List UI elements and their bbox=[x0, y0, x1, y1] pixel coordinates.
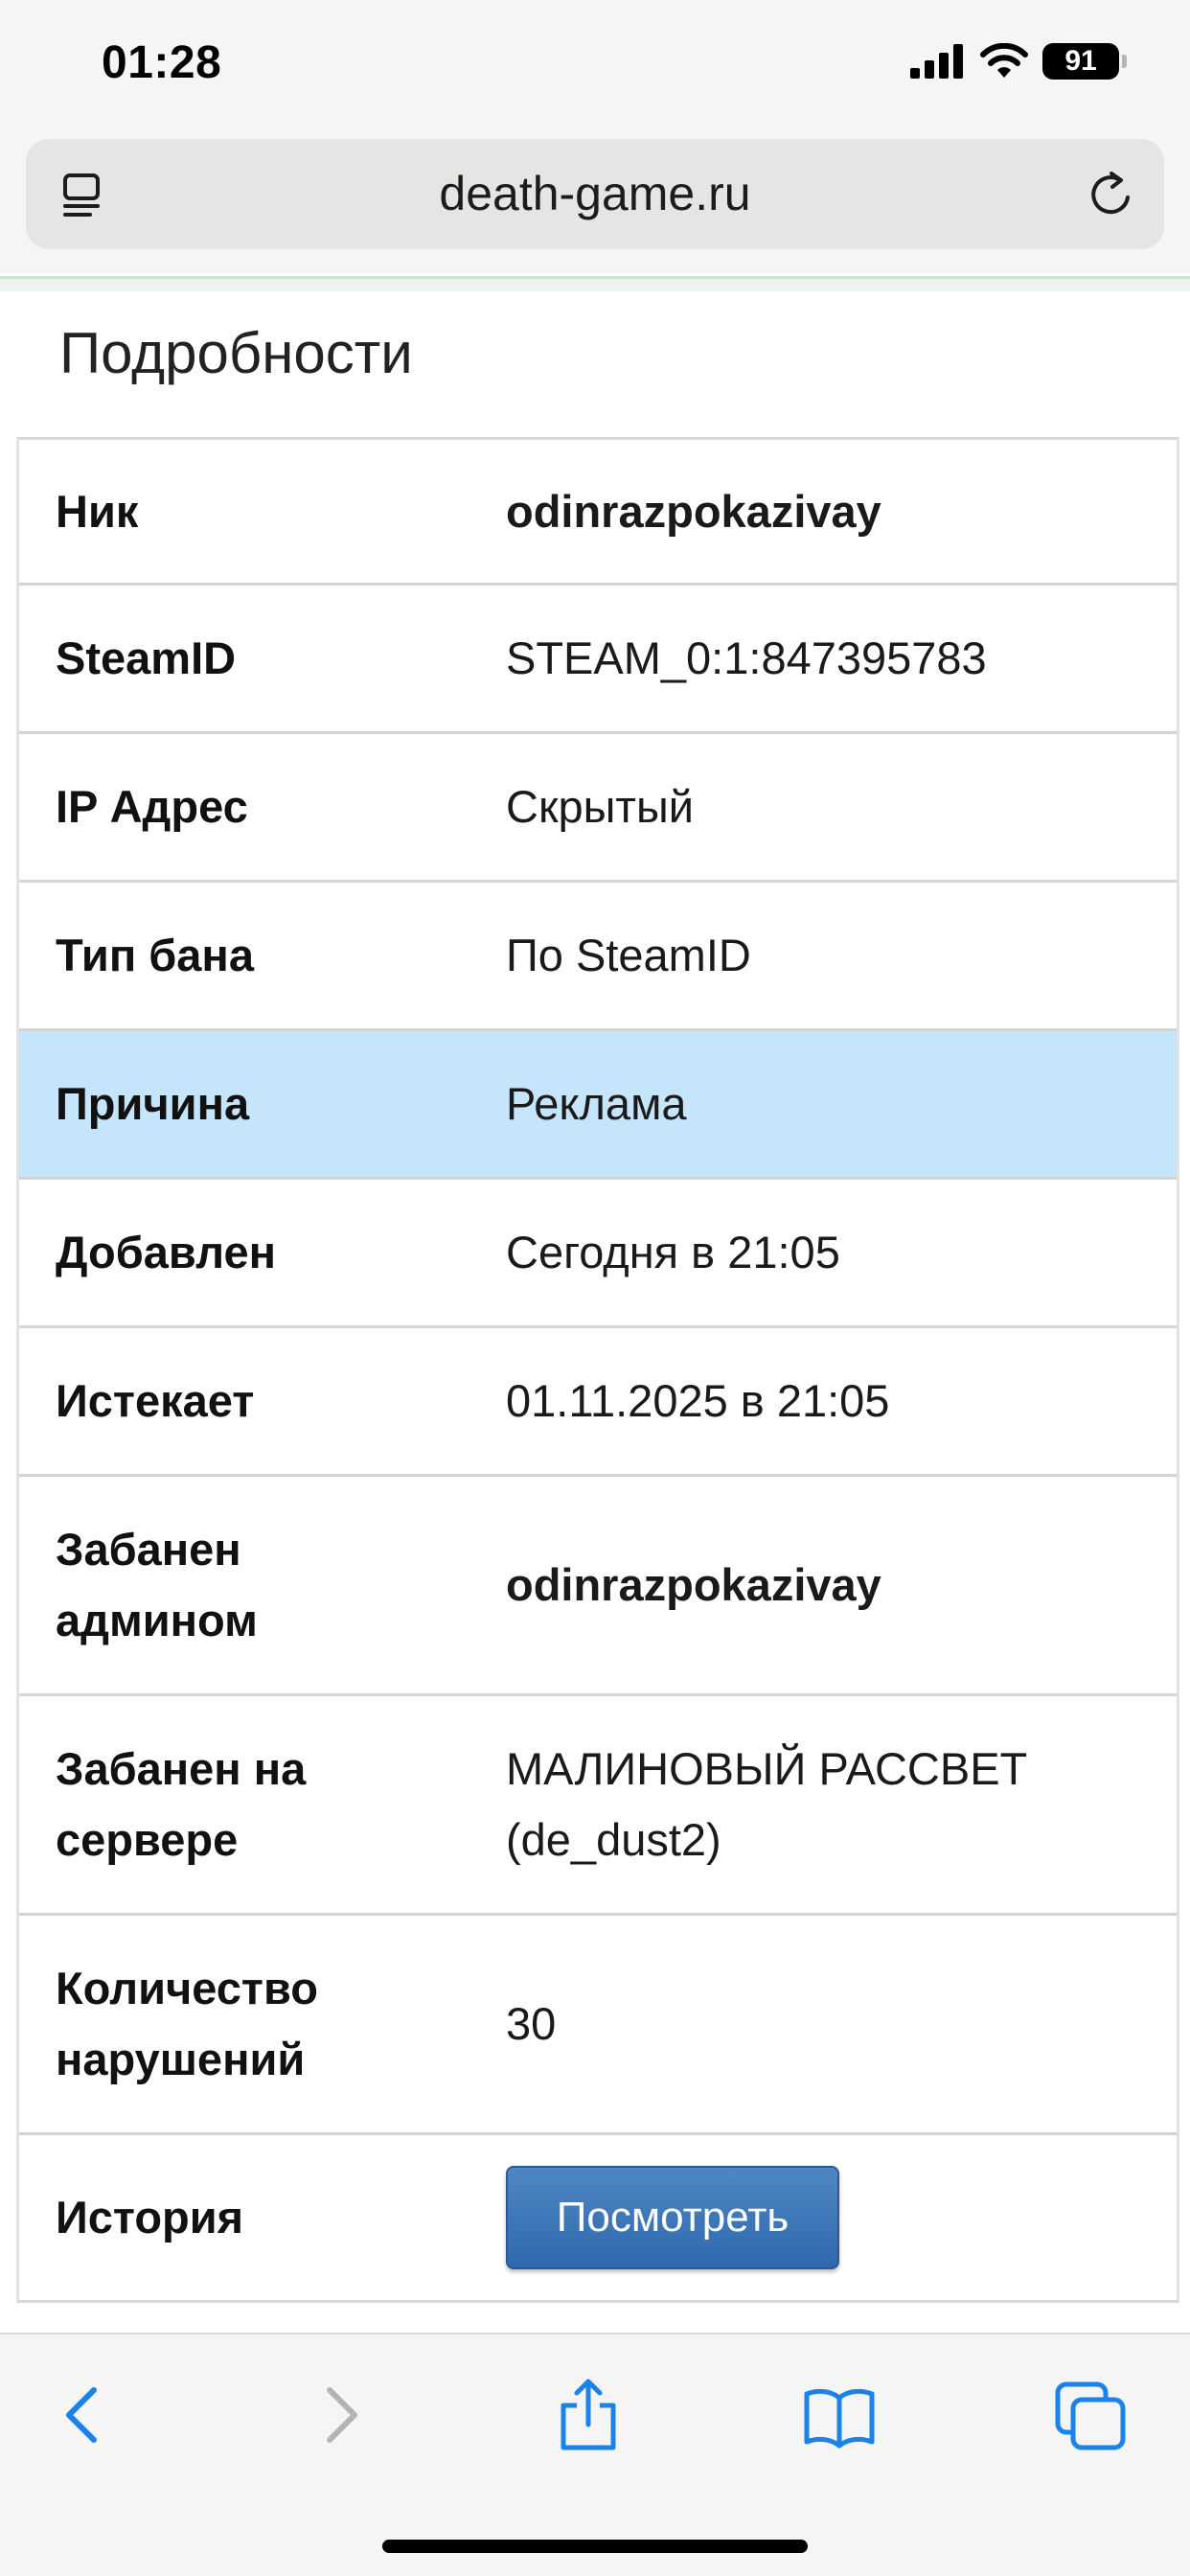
table-row-ban-type: Тип бана По SteamID bbox=[19, 883, 1177, 1031]
table-row-expires: Истекает 01.11.2025 в 21:05 bbox=[19, 1328, 1177, 1477]
cellular-signal-icon bbox=[910, 44, 963, 79]
table-row-nick: Ник odinrazpokazivay bbox=[19, 440, 1177, 586]
home-indicator[interactable] bbox=[382, 2540, 808, 2553]
tabs-icon[interactable] bbox=[1052, 2377, 1129, 2453]
row-value: МАЛИНОВЫЙ РАССВЕТ (de_dust2) bbox=[506, 1734, 1177, 1875]
row-label: SteamID bbox=[56, 632, 237, 683]
page-content: Подробности Ник odinrazpokazivay SteamID… bbox=[0, 291, 1190, 2333]
row-label: Ник bbox=[56, 485, 139, 537]
row-label: Забанен админом bbox=[19, 1514, 506, 1656]
status-icons: 91 bbox=[910, 42, 1127, 80]
row-label-line: сервере bbox=[56, 1814, 239, 1865]
row-label: История bbox=[56, 2192, 244, 2242]
share-icon[interactable] bbox=[550, 2377, 627, 2453]
table-row-history: История Посмотреть bbox=[19, 2135, 1177, 2300]
row-value: odinrazpokazivay bbox=[506, 1559, 881, 1610]
row-value: STEAM_0:1:847395783 bbox=[506, 632, 987, 683]
row-value: 30 bbox=[506, 1998, 557, 2049]
row-label: Количество нарушений bbox=[19, 1953, 506, 2095]
status-time: 01:28 bbox=[102, 37, 222, 88]
row-label: Забанен на сервере bbox=[19, 1734, 506, 1875]
table-row-added: Добавлен Сегодня в 21:05 bbox=[19, 1180, 1177, 1328]
wifi-icon bbox=[980, 43, 1028, 78]
row-value-line: МАЛИНОВЫЙ РАССВЕТ bbox=[506, 1743, 1028, 1794]
row-value-line: (de_dust2) bbox=[506, 1814, 721, 1865]
table-row-server: Забанен на сервере МАЛИНОВЫЙ РАССВЕТ (de… bbox=[19, 1696, 1177, 1916]
reload-icon[interactable] bbox=[1086, 169, 1137, 220]
table-row-ip: IP Адрес Скрытый bbox=[19, 734, 1177, 883]
battery-icon: 91 bbox=[1042, 43, 1127, 80]
page-title: Подробности bbox=[59, 321, 413, 385]
row-value: Скрытый bbox=[506, 781, 694, 832]
row-value: По SteamID bbox=[506, 930, 751, 980]
row-label-line: Забанен на bbox=[56, 1743, 307, 1794]
forward-icon[interactable] bbox=[301, 2377, 378, 2453]
url-text[interactable]: death-game.ru bbox=[26, 139, 1164, 249]
battery-tip bbox=[1122, 55, 1127, 68]
table-row-banned-by: Забанен админом odinrazpokazivay bbox=[19, 1477, 1177, 1696]
row-label-line: нарушений bbox=[56, 2034, 306, 2084]
row-value: Сегодня в 21:05 bbox=[506, 1227, 840, 1277]
row-value: 01.11.2025 в 21:05 bbox=[506, 1375, 890, 1426]
row-label: IP Адрес bbox=[56, 781, 248, 832]
details-table: Ник odinrazpokazivay SteamID STEAM_0:1:8… bbox=[16, 437, 1179, 2303]
row-value: Посмотреть bbox=[506, 2166, 1177, 2269]
row-label: Истекает bbox=[56, 1375, 255, 1426]
row-label: Добавлен bbox=[56, 1227, 276, 1277]
table-row-violations: Количество нарушений 30 bbox=[19, 1916, 1177, 2135]
status-bar: 01:28 91 bbox=[0, 0, 1190, 129]
row-value: Реклама bbox=[506, 1078, 687, 1129]
row-label: Тип бана bbox=[56, 930, 254, 980]
browser-toolbar bbox=[0, 2333, 1190, 2576]
row-label-line: админом bbox=[56, 1595, 258, 1645]
table-row-steamid: SteamID STEAM_0:1:847395783 bbox=[19, 586, 1177, 734]
browser-top-bar: death-game.ru bbox=[0, 129, 1190, 273]
bookmarks-icon[interactable] bbox=[801, 2377, 878, 2453]
row-label: Причина bbox=[56, 1078, 250, 1129]
back-icon[interactable] bbox=[46, 2377, 123, 2453]
view-history-button[interactable]: Посмотреть bbox=[506, 2166, 839, 2269]
page-top-divider bbox=[0, 276, 1190, 291]
row-label-line: Количество bbox=[56, 1963, 318, 2013]
table-row-reason: Причина Реклама bbox=[19, 1031, 1177, 1180]
row-label-line: Забанен bbox=[56, 1524, 241, 1575]
battery-level: 91 bbox=[1064, 45, 1097, 77]
row-value: odinrazpokazivay bbox=[506, 485, 881, 537]
address-bar[interactable]: death-game.ru bbox=[26, 139, 1164, 249]
